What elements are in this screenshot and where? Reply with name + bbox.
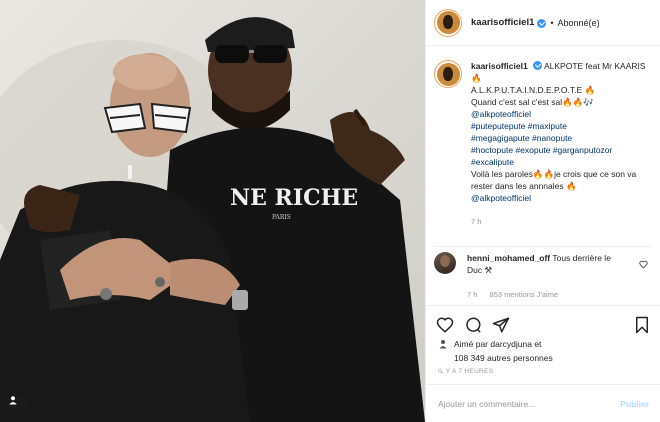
divider: [434, 246, 652, 247]
caption-age[interactable]: 7 h: [471, 216, 651, 228]
comment-body: henni_mohamed_off Tous derrière le Duc ⚒: [467, 252, 627, 276]
author-avatar[interactable]: [434, 8, 462, 37]
caption-line3: Quand c'est sal c'est sal🔥🔥🎶: [471, 97, 594, 107]
caption-username[interactable]: kaarisofficiel1: [471, 61, 528, 71]
comment-item: henni_mohamed_off Tous derrière le Duc ⚒…: [434, 252, 654, 299]
hashtag[interactable]: #excalipute: [471, 157, 514, 167]
post-side-panel: kaarisofficiel1 • Abonné(e) kaarisoffici…: [425, 0, 660, 422]
hashtag[interactable]: #puteputepute: [471, 121, 525, 131]
post-header: kaarisofficiel1 • Abonné(e): [426, 0, 660, 46]
caption-line2: A.L.K.P.U.T.A.I.N.D.E.P.O.T.E 🔥: [471, 85, 596, 95]
verified-icon: [533, 61, 543, 70]
liker-avatar-icon: [439, 340, 447, 349]
svg-text:NE RICHE: NE RICHE: [230, 185, 358, 211]
hashtag[interactable]: #hoctopute: [471, 145, 513, 155]
comment-age[interactable]: 7 h: [467, 290, 477, 299]
comment-icon[interactable]: [464, 316, 482, 334]
svg-text:PARIS: PARIS: [272, 214, 291, 221]
author-username[interactable]: kaarisofficiel1: [471, 17, 534, 28]
hashtag[interactable]: #maxipute: [528, 121, 567, 131]
post-photo[interactable]: NE RICHE PARIS: [0, 0, 425, 422]
action-bar: [426, 305, 660, 341]
caption-mention[interactable]: @alkpoteofficiel: [471, 193, 531, 203]
add-comment-bar: Publier: [426, 384, 660, 422]
comment-likes[interactable]: 853 mentions J'aime: [490, 290, 559, 299]
follow-status-button[interactable]: Abonné(e): [558, 18, 600, 28]
separator-dot: •: [550, 17, 554, 28]
comment-avatar[interactable]: [434, 252, 456, 274]
likes-text[interactable]: Aimé par darcydjuna et 108 349 autres pe…: [454, 337, 553, 365]
photo-illustration: NE RICHE PARIS: [0, 17, 425, 422]
heart-icon[interactable]: [436, 316, 454, 334]
post-timestamp[interactable]: IL Y A 7 HEURES: [438, 368, 493, 375]
share-icon[interactable]: [492, 316, 510, 334]
publish-button[interactable]: Publier: [620, 399, 649, 409]
comment-username[interactable]: henni_mohamed_off: [467, 253, 550, 263]
hashtag[interactable]: #exopute: [515, 145, 550, 155]
verified-icon: [537, 19, 547, 28]
comment-meta: 7 h 853 mentions J'aime: [467, 290, 568, 299]
likes-summary: Aimé par darcydjuna et 108 349 autres pe…: [438, 337, 553, 365]
likes-line2: 108 349 autres personnes: [454, 353, 553, 363]
like-small-icon[interactable]: [639, 260, 648, 269]
caption-line4: Voilà les paroles🔥🔥je crois que ce son v…: [471, 169, 637, 191]
user-tag-button[interactable]: [8, 395, 28, 415]
caption-text: kaarisofficiel1 ALKPOTE feat Mr KAARIS 🔥…: [471, 60, 651, 228]
caption-avatar[interactable]: [434, 60, 462, 88]
instagram-post: NE RICHE PARIS kaarisofficiel1 • Abonné(…: [0, 0, 660, 422]
comment-input[interactable]: [438, 398, 598, 409]
user-tag-icon: [9, 396, 17, 405]
bookmark-icon[interactable]: [634, 316, 650, 334]
caption-mention[interactable]: @alkpoteofficiel: [471, 109, 531, 119]
caption: kaarisofficiel1 ALKPOTE feat Mr KAARIS 🔥…: [434, 60, 654, 228]
hashtag[interactable]: #nanopute: [532, 133, 572, 143]
hashtag[interactable]: #garganputozor: [553, 145, 613, 155]
likes-line1: Aimé par darcydjuna et: [454, 339, 542, 349]
hashtag[interactable]: #megagigapute: [471, 133, 530, 143]
